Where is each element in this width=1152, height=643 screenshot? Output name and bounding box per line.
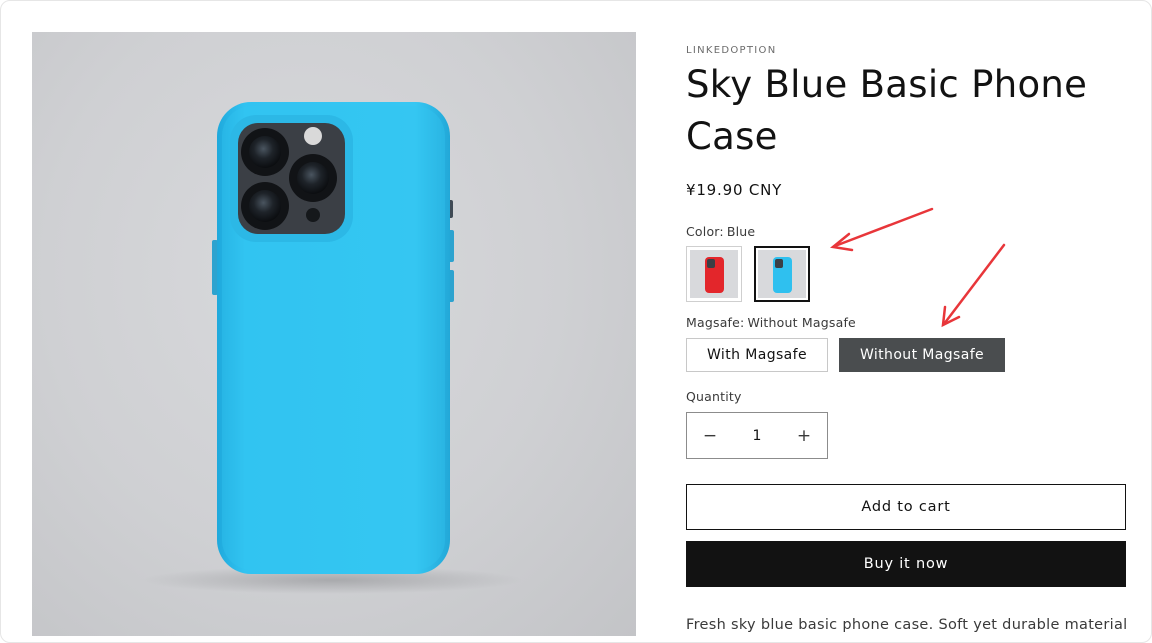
phone-case-image	[142, 102, 522, 594]
add-to-cart-button[interactable]: Add to cart	[686, 484, 1126, 530]
color-option-label: Color: Blue	[686, 224, 755, 239]
magsafe-selected-value: Without Magsafe	[747, 315, 856, 330]
product-price: ¥19.90 CNY	[686, 181, 783, 199]
swatch-blue[interactable]	[754, 246, 810, 302]
magsafe-label-text: Magsafe:	[686, 315, 745, 330]
buy-it-now-button[interactable]: Buy it now	[686, 541, 1126, 587]
quantity-increase-button[interactable]: +	[781, 413, 827, 458]
arrow-to-magsafe-option	[941, 243, 1006, 328]
option-with-magsafe[interactable]: With Magsafe	[686, 338, 828, 372]
quantity-decrease-button[interactable]: −	[687, 413, 733, 458]
red-case-thumbnail	[690, 250, 738, 298]
magsafe-option-label: Magsafe: Without Magsafe	[686, 315, 856, 330]
blue-case-thumbnail	[758, 250, 806, 298]
quantity-stepper: − 1 +	[686, 412, 828, 459]
arrow-to-color-swatch	[830, 207, 934, 252]
product-image[interactable]	[32, 32, 636, 636]
product-description: Fresh sky blue basic phone case. Soft ye…	[686, 617, 1128, 633]
option-without-magsafe[interactable]: Without Magsafe	[839, 338, 1005, 372]
product-page: LINKEDOPTION Sky Blue Basic Phone Case ¥…	[0, 0, 1152, 643]
quantity-input[interactable]: 1	[733, 428, 781, 444]
swatch-red[interactable]	[686, 246, 742, 302]
color-selected-value: Blue	[726, 224, 756, 239]
quantity-label: Quantity	[686, 389, 742, 404]
product-title: Sky Blue Basic Phone Case	[686, 63, 1088, 158]
vendor-name: LINKEDOPTION	[686, 45, 777, 56]
color-label-text: Color:	[686, 224, 724, 239]
